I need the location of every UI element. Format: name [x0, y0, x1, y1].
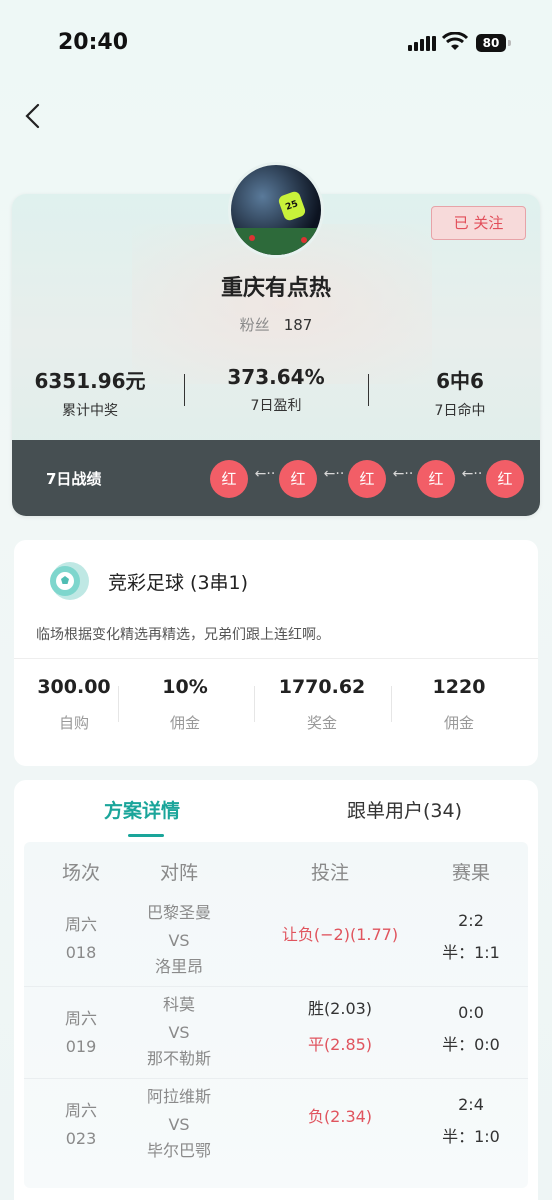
home-team: 科莫 — [162, 995, 195, 1014]
back-button[interactable] — [16, 100, 48, 132]
bet-table: 场次 对阵 投注 赛果 周六 018 巴黎圣曼 VS 洛里昂 让负(−2)(1.… — [24, 842, 528, 1188]
half-time-score: 半：0:0 — [442, 1035, 500, 1054]
vs-label: VS — [168, 1023, 190, 1042]
full-time-score: 2:2 — [458, 911, 484, 930]
plan-stat-commission: 10% 佣金 — [162, 676, 208, 732]
home-team: 阿拉维斯 — [146, 1087, 211, 1106]
stat-7day-hits: 6中6 7日命中 — [434, 369, 486, 419]
status-time: 20:40 — [58, 30, 129, 55]
table-header: 对阵 — [159, 862, 198, 884]
record-title: 7日战绩 — [46, 470, 102, 488]
divider — [368, 374, 369, 406]
arrow-left-icon: ←·· — [323, 466, 345, 482]
result-badge: 红 — [486, 460, 524, 498]
record-bar: 7日战绩 红 ←·· 红 ←·· 红 ←·· 红 ←·· 红 — [12, 440, 540, 516]
plan-stat-prize: 1770.62 奖金 — [278, 676, 366, 732]
plan-stat-commission-amount: 1220 佣金 — [432, 676, 486, 732]
arrow-left-icon: ←·· — [461, 466, 483, 482]
fans-row: 粉丝 187 — [0, 314, 552, 335]
divider — [24, 986, 528, 987]
divider — [254, 686, 255, 722]
home-team: 巴黎圣曼 — [146, 903, 211, 922]
vs-label: VS — [168, 931, 190, 950]
result-badge: 红 — [210, 460, 248, 498]
result-badge: 红 — [279, 460, 317, 498]
arrow-left-icon: ←·· — [254, 466, 276, 482]
bet-selection: 让负(−2)(1.77) — [281, 925, 399, 944]
avatar[interactable]: 25 — [228, 162, 324, 258]
tab-plan-details[interactable]: 方案详情 — [104, 796, 180, 823]
table-header: 投注 — [310, 862, 349, 884]
half-time-score: 半：1:1 — [442, 943, 500, 962]
divider — [118, 686, 119, 722]
away-team: 洛里昂 — [154, 957, 203, 976]
tab-follow-users[interactable]: 跟单用户(34) — [347, 796, 462, 823]
wifi-icon — [442, 32, 468, 50]
chevron-left-icon — [25, 103, 40, 129]
soccer-ball-icon — [50, 562, 89, 600]
divider — [391, 686, 392, 722]
away-team: 毕尔巴鄂 — [146, 1141, 211, 1160]
arrow-left-icon: ←·· — [392, 466, 414, 482]
full-time-score: 2:4 — [458, 1095, 484, 1114]
bet-selection: 负(2.34) — [307, 1107, 373, 1126]
cellular-signal-icon — [408, 35, 436, 51]
status-bar: 20:40 80 — [0, 0, 552, 90]
match-number: 023 — [65, 1129, 97, 1148]
match-day: 周六 — [64, 1009, 97, 1028]
full-time-score: 0:0 — [458, 1003, 484, 1022]
table-header: 赛果 — [451, 862, 490, 884]
follow-button[interactable]: 已 关注 — [431, 206, 526, 240]
fans-label: 粉丝 — [239, 316, 270, 334]
divider — [24, 1078, 528, 1079]
match-number: 018 — [65, 943, 97, 962]
away-team: 那不勒斯 — [146, 1049, 211, 1068]
battery-icon: 80 — [476, 34, 511, 52]
fans-count: 187 — [283, 316, 313, 334]
half-time-score: 半：1:0 — [442, 1127, 500, 1146]
plan-stat-self-buy: 300.00 自购 — [37, 676, 111, 732]
tab-underline — [128, 834, 164, 837]
bet-selection: 胜(2.03) — [307, 999, 373, 1018]
match-day: 周六 — [64, 1101, 97, 1120]
detail-card: 方案详情 跟单用户(34) 场次 对阵 投注 赛果 周六 018 巴黎圣曼 VS… — [14, 780, 538, 1200]
result-badge: 红 — [417, 460, 455, 498]
divider — [14, 658, 538, 659]
match-number: 019 — [65, 1037, 97, 1056]
match-day: 周六 — [64, 915, 97, 934]
table-header: 场次 — [61, 862, 100, 884]
vs-label: VS — [168, 1115, 190, 1134]
user-nickname: 重庆有点热 — [220, 276, 331, 301]
plan-title: 竞彩足球 (3串1) — [108, 572, 249, 594]
plan-description: 临场根据变化精选再精选，兄弟们跟上连红啊。 — [36, 627, 330, 643]
result-badge: 红 — [348, 460, 386, 498]
divider — [184, 374, 185, 406]
stat-7day-profit: 373.64% 7日盈利 — [227, 365, 325, 414]
plan-card: 竞彩足球 (3串1) 临场根据变化精选再精选，兄弟们跟上连红啊。 300.00 … — [14, 540, 538, 766]
stat-total-winnings: 6351.96元 累计中奖 — [34, 369, 146, 419]
bet-selection: 平(2.85) — [307, 1035, 373, 1054]
